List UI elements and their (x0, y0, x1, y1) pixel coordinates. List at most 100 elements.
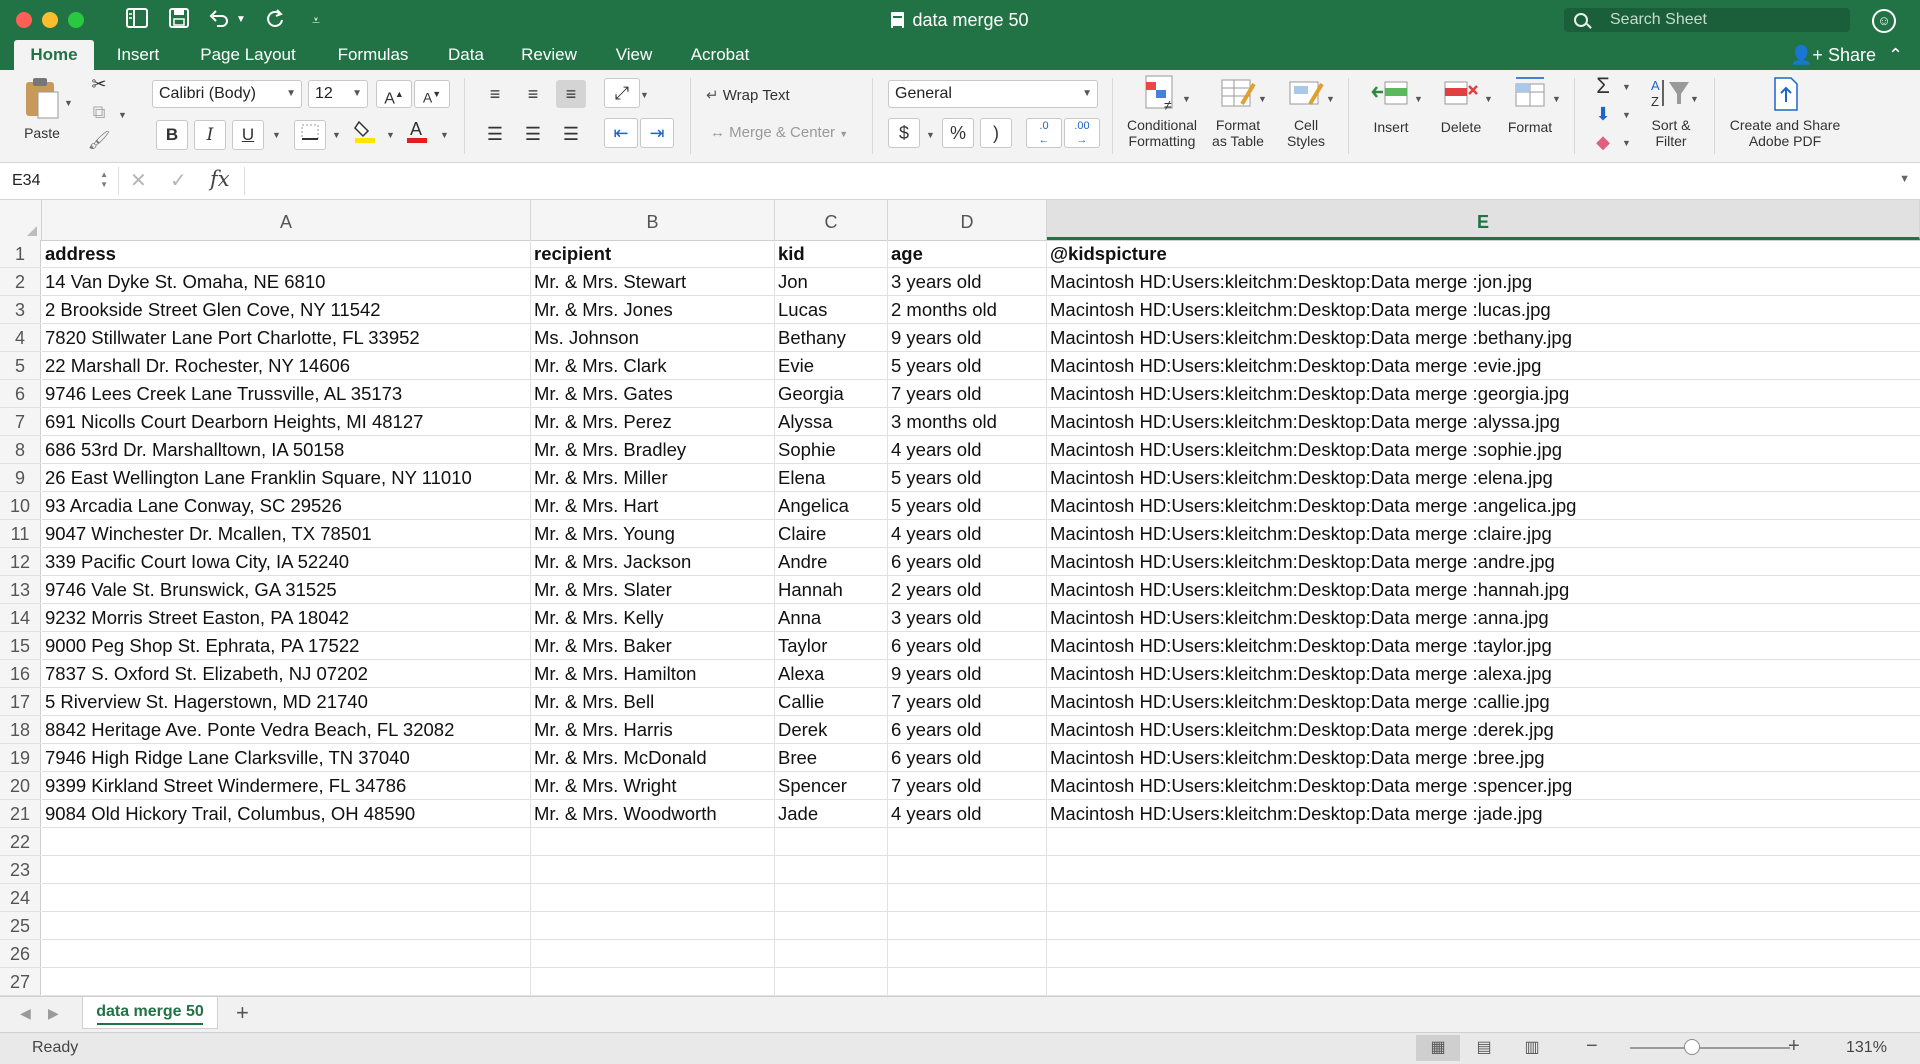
fill-color-icon[interactable] (350, 118, 380, 146)
table-cell[interactable]: Alyssa (775, 408, 888, 436)
table-cell[interactable]: 26 East Wellington Lane Franklin Square,… (42, 464, 531, 492)
row-header[interactable]: 4 (0, 324, 41, 352)
insert-cells-button[interactable]: Insert (1362, 74, 1420, 135)
table-cell[interactable] (42, 856, 531, 884)
insert-dropdown-icon[interactable]: ▼ (1414, 94, 1423, 104)
table-cell[interactable]: 5 years old (888, 352, 1047, 380)
font-size-select[interactable]: 12 ▼ (308, 80, 368, 108)
decrease-indent-icon[interactable]: ⇤ (604, 118, 638, 148)
table-cell[interactable] (888, 828, 1047, 856)
table-cell[interactable]: Macintosh HD:Users:kleitchm:Desktop:Data… (1047, 800, 1920, 828)
align-top-icon[interactable]: ≡ (480, 80, 510, 108)
table-cell[interactable]: 5 years old (888, 492, 1047, 520)
row-header[interactable]: 24 (0, 884, 41, 912)
table-cell[interactable]: 4 years old (888, 436, 1047, 464)
table-cell[interactable]: Mr. & Mrs. Jones (531, 296, 775, 324)
cell-styles-dropdown-icon[interactable]: ▼ (1326, 94, 1335, 104)
table-cell[interactable]: 3 years old (888, 604, 1047, 632)
delete-dropdown-icon[interactable]: ▼ (1484, 94, 1493, 104)
table-cell[interactable]: 9047 Winchester Dr. Mcallen, TX 78501 (42, 520, 531, 548)
tab-insert[interactable]: Insert (104, 40, 172, 70)
tab-page-layout[interactable]: Page Layout (188, 40, 308, 70)
sort-filter-button[interactable]: AZ Sort & Filter (1640, 74, 1702, 149)
row-header[interactable]: 27 (0, 968, 41, 996)
table-cell[interactable]: 7820 Stillwater Lane Port Charlotte, FL … (42, 324, 531, 352)
zoom-level[interactable]: 131% (1846, 1039, 1887, 1057)
format-painter-icon[interactable]: 🖌 (84, 126, 114, 154)
table-cell[interactable] (888, 856, 1047, 884)
table-cell[interactable] (775, 884, 888, 912)
table-cell[interactable]: 6 years old (888, 632, 1047, 660)
decrease-decimal-button[interactable]: .00 → (1064, 118, 1100, 148)
increase-indent-icon[interactable]: ⇥ (640, 118, 674, 148)
column-header-d[interactable]: D (888, 200, 1047, 240)
table-cell[interactable]: 2 months old (888, 296, 1047, 324)
table-cell[interactable]: 6 years old (888, 716, 1047, 744)
table-cell[interactable]: 2 Brookside Street Glen Cove, NY 11542 (42, 296, 531, 324)
fill-icon[interactable]: ⬇ (1588, 100, 1618, 128)
tab-formulas[interactable]: Formulas (326, 40, 420, 70)
table-cell[interactable] (531, 940, 775, 968)
table-cell[interactable]: Mr. & Mrs. Slater (531, 576, 775, 604)
table-cell[interactable]: Macintosh HD:Users:kleitchm:Desktop:Data… (1047, 688, 1920, 716)
table-cell[interactable]: Bethany (775, 324, 888, 352)
row-header[interactable]: 1 (0, 240, 41, 268)
row-header[interactable]: 14 (0, 604, 41, 632)
table-cell[interactable]: 691 Nicolls Court Dearborn Heights, MI 4… (42, 408, 531, 436)
share-button[interactable]: 👤+ Share (1790, 40, 1876, 70)
increase-font-size-icon[interactable]: A▲ (376, 80, 412, 108)
row-header[interactable]: 22 (0, 828, 41, 856)
table-cell[interactable]: 9 years old (888, 324, 1047, 352)
format-as-table-dropdown-icon[interactable]: ▼ (1258, 94, 1267, 104)
orientation-dropdown-icon[interactable]: ▼ (640, 90, 649, 100)
sheet-tab[interactable]: data merge 50 (82, 997, 218, 1029)
zoom-out-icon[interactable]: − (1586, 1035, 1598, 1058)
table-cell[interactable]: 9232 Morris Street Easton, PA 18042 (42, 604, 531, 632)
italic-button[interactable]: I (194, 120, 226, 150)
table-cell[interactable]: Macintosh HD:Users:kleitchm:Desktop:Data… (1047, 772, 1920, 800)
cancel-entry-icon[interactable]: ✕ (130, 168, 147, 194)
collapse-ribbon-icon[interactable]: ⌃ (1888, 40, 1903, 70)
table-cell[interactable]: 9 years old (888, 660, 1047, 688)
table-cell[interactable]: Mr. & Mrs. Gates (531, 380, 775, 408)
table-cell[interactable] (42, 912, 531, 940)
table-cell[interactable]: Macintosh HD:Users:kleitchm:Desktop:Data… (1047, 492, 1920, 520)
table-cell[interactable] (531, 884, 775, 912)
align-center-icon[interactable]: ☰ (518, 120, 548, 148)
table-cell[interactable] (1047, 912, 1920, 940)
zoom-slider-thumb[interactable] (1684, 1039, 1701, 1055)
table-cell[interactable]: 686 53rd Dr. Marshalltown, IA 50158 (42, 436, 531, 464)
previous-sheet-icon[interactable]: ◀ (20, 1005, 31, 1022)
column-header-a[interactable]: A (42, 200, 531, 240)
format-cells-button[interactable]: Format (1500, 74, 1560, 135)
table-cell[interactable] (1047, 856, 1920, 884)
sort-filter-dropdown-icon[interactable]: ▼ (1690, 94, 1699, 104)
row-header[interactable]: 16 (0, 660, 41, 688)
table-cell[interactable]: 9399 Kirkland Street Windermere, FL 3478… (42, 772, 531, 800)
header-cell[interactable]: @kidspicture (1047, 240, 1920, 268)
row-header[interactable]: 11 (0, 520, 41, 548)
row-header[interactable]: 10 (0, 492, 41, 520)
table-cell[interactable]: Georgia (775, 380, 888, 408)
table-cell[interactable]: 4 years old (888, 520, 1047, 548)
table-cell[interactable] (42, 828, 531, 856)
table-cell[interactable]: Mr. & Mrs. Clark (531, 352, 775, 380)
currency-dropdown-icon[interactable]: ▼ (926, 130, 935, 140)
table-cell[interactable]: Ms. Johnson (531, 324, 775, 352)
row-header[interactable]: 7 (0, 408, 41, 436)
row-header[interactable]: 8 (0, 436, 41, 464)
worksheet-grid[interactable]: ABCDE 1 address recipient kid age @kidspictur… (0, 200, 1920, 996)
table-cell[interactable]: 3 years old (888, 268, 1047, 296)
comma-format-button[interactable]: ) (980, 118, 1012, 148)
table-cell[interactable]: Macintosh HD:Users:kleitchm:Desktop:Data… (1047, 296, 1920, 324)
table-cell[interactable]: Hannah (775, 576, 888, 604)
row-header[interactable]: 6 (0, 380, 41, 408)
underline-button[interactable]: U (232, 120, 264, 150)
table-cell[interactable]: 7 years old (888, 772, 1047, 800)
table-cell[interactable]: 339 Pacific Court Iowa City, IA 52240 (42, 548, 531, 576)
table-cell[interactable]: Elena (775, 464, 888, 492)
underline-dropdown-icon[interactable]: ▼ (272, 130, 281, 140)
decrease-font-size-icon[interactable]: A▼ (414, 80, 450, 108)
name-box[interactable]: E34 ▲ ▼ (4, 168, 112, 194)
table-cell[interactable]: Jon (775, 268, 888, 296)
